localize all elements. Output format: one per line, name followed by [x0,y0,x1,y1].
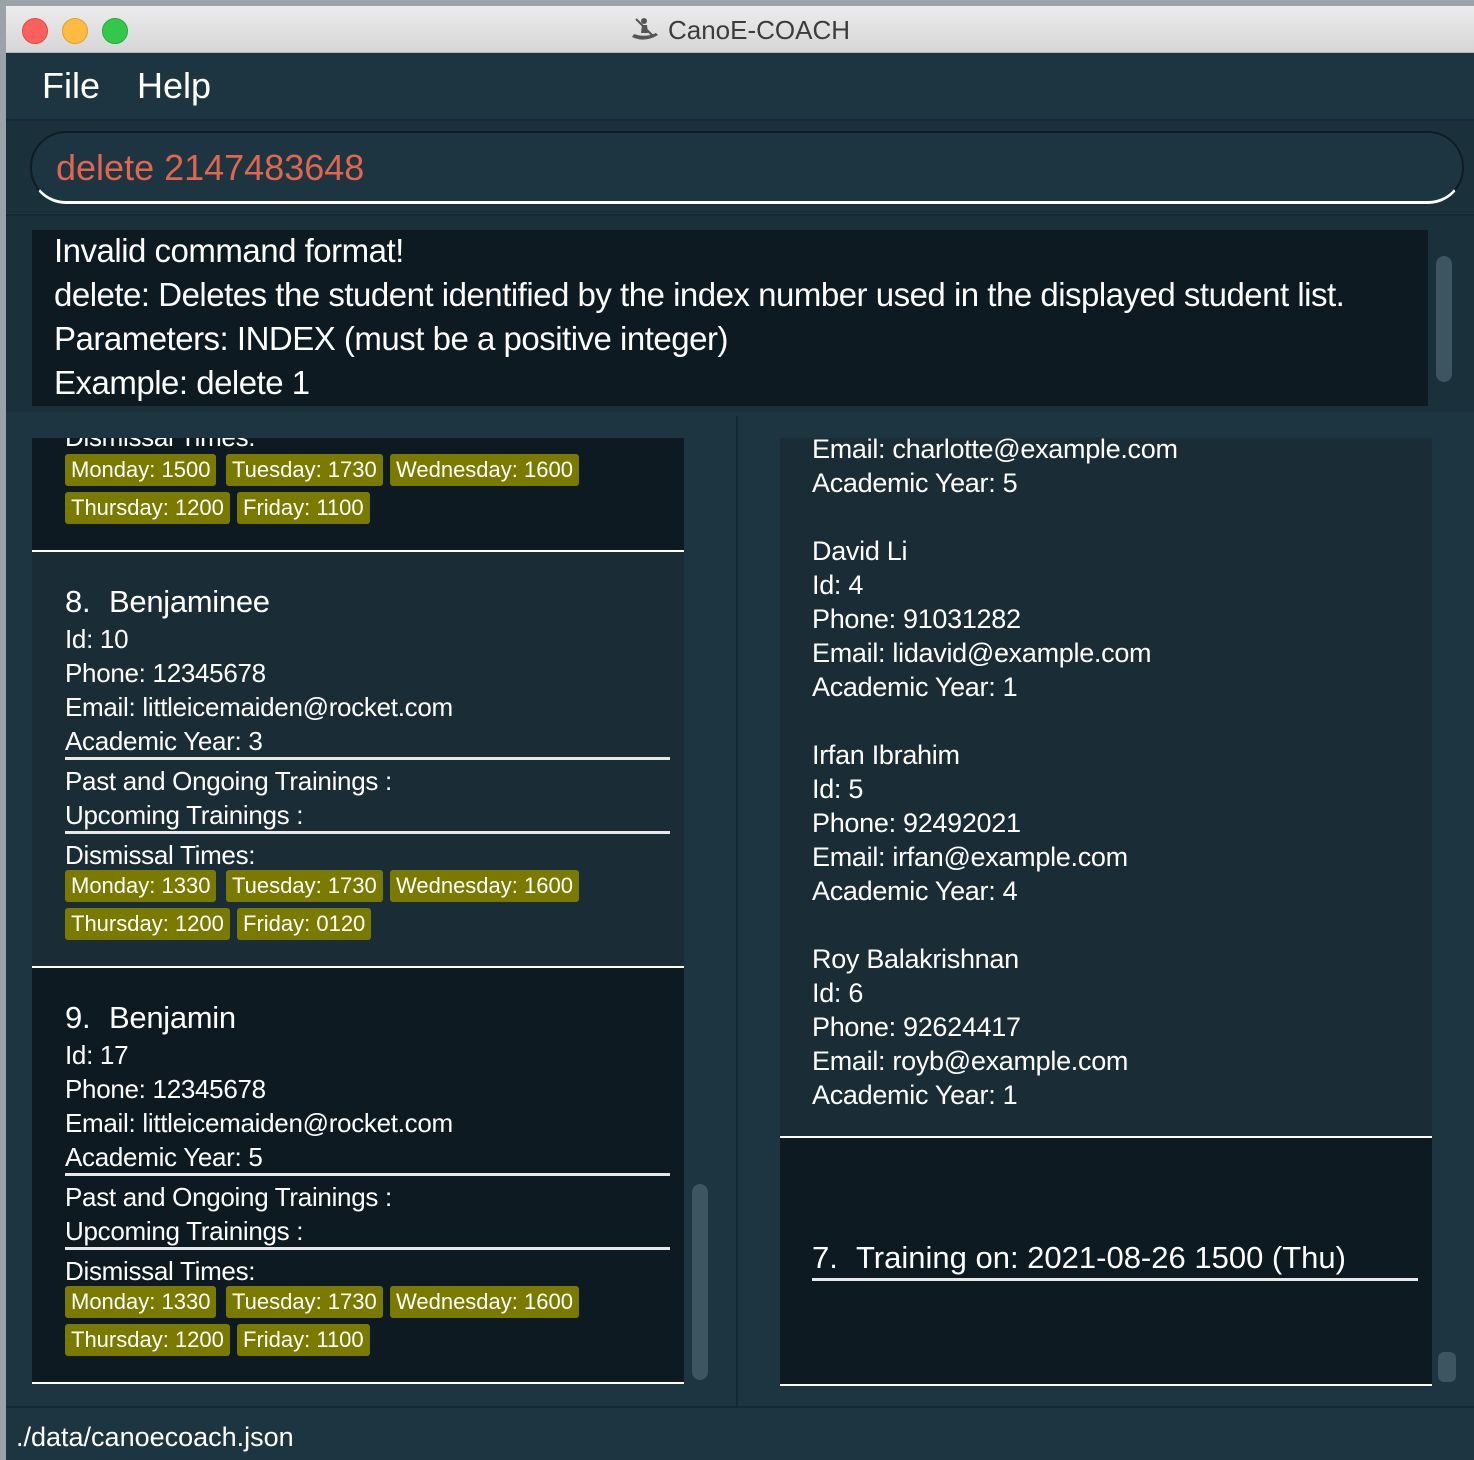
panel-divider[interactable] [736,416,738,1406]
dismissal-tag: Wednesday: 1600 [390,454,579,486]
attendee-email: Email: charlotte@example.com [812,438,1178,464]
result-scrollbar[interactable] [1436,256,1452,382]
menu-help[interactable]: Help [137,65,211,107]
dismissal-tag: Thursday: 1200 [65,908,230,940]
result-line: delete: Deletes the student identified b… [54,276,1345,313]
attendee-phone: Phone: 92492021 [812,808,1021,838]
app-window: CanoE-COACH File Help delete 2147483648 … [6,6,1474,1460]
dismissal-tag: Tuesday: 1730 [226,454,383,486]
window-title: CanoE-COACH [667,15,851,45]
dismissal-tag: Friday: 1100 [237,492,370,524]
dismissal-tag: Thursday: 1200 [65,1324,230,1356]
attendee-email: Email: royb@example.com [812,1046,1129,1076]
menu-file[interactable]: File [42,65,100,107]
student-card[interactable]: 9. Benjamin Id: 17 Phone: 12345678 Email… [32,968,684,1384]
dismissal-tag: Monday: 1500 [65,454,217,486]
dismissal-tag: Wednesday: 1600 [390,870,579,902]
upcoming-trainings-label: Upcoming Trainings : [65,800,304,830]
dismissal-label: Dismissal Times: [65,1256,256,1286]
attendee-id: Id: 4 [812,570,864,600]
student-name: Benjaminee [109,584,270,619]
student-list-scrollbar[interactable] [692,1184,708,1380]
result-line: Example: delete 1 [54,364,310,401]
upcoming-trainings-label: Upcoming Trainings : [65,1216,304,1246]
section-divider [65,1173,670,1176]
dismissal-tag: Tuesday: 1730 [226,870,383,902]
dismissal-label: Dismissal Times: [65,840,256,870]
canoe-app-icon [631,18,658,40]
training-title: Training on: 2021-08-26 1500 (Thu) [856,1240,1346,1275]
attendee-email: Email: lidavid@example.com [812,638,1152,668]
student-phone: Phone: 12345678 [65,658,266,688]
attendee-id: Id: 5 [812,774,864,804]
section-divider [812,1278,1418,1281]
menu-bar: File Help [6,53,1474,121]
student-list[interactable]: Dismissal Times: Monday: 1500 Tuesday: 1… [32,438,684,1388]
dismissal-label: Dismissal Times: [65,438,256,453]
window-title-group: CanoE-COACH [6,15,1474,46]
attendee-email: Email: irfan@example.com [812,842,1128,872]
result-display[interactable]: Invalid command format! delete: Deletes … [32,230,1428,406]
dismissal-tag: Tuesday: 1730 [226,1286,383,1318]
student-email: Email: littleicemaiden@rocket.com [65,692,453,722]
training-list-scrollbar[interactable] [1438,1352,1456,1382]
command-area: delete 2147483648 [6,121,1474,213]
status-bar: ./data/canoecoach.json [6,1406,1474,1460]
past-trainings-label: Past and Ongoing Trainings : [65,766,392,796]
student-name: Benjamin [109,1000,236,1035]
attendee-id: Id: 6 [812,978,864,1008]
student-card-partial[interactable]: Dismissal Times: Monday: 1500 Tuesday: 1… [32,438,684,552]
main-panels: Dismissal Times: Monday: 1500 Tuesday: 1… [6,416,1474,1406]
title-bar[interactable]: CanoE-COACH [6,6,1474,53]
section-divider [65,1247,670,1250]
training-list[interactable]: Email: charlotte@example.com Academic Ye… [780,438,1432,1388]
save-file-path: ./data/canoecoach.json [16,1422,294,1452]
student-id: Id: 17 [65,1040,129,1070]
student-academic-year: Academic Year: 5 [65,1142,263,1172]
student-academic-year: Academic Year: 3 [65,726,263,756]
training-index: 7. [812,1240,838,1275]
student-email: Email: littleicemaiden@rocket.com [65,1108,453,1138]
dismissal-tag: Friday: 1100 [237,1324,370,1356]
result-line: Parameters: INDEX (must be a positive in… [54,320,728,357]
attendee-name: Irfan Ibrahim [812,740,960,770]
past-trainings-label: Past and Ongoing Trainings : [65,1182,392,1212]
student-index: 8. [65,584,91,619]
attendee-academic-year: Academic Year: 1 [812,672,1018,702]
result-line: Invalid command format! [54,232,404,269]
attendee-academic-year: Academic Year: 1 [812,1080,1018,1110]
training-card[interactable]: 7. Training on: 2021-08-26 1500 (Thu) [780,1138,1432,1386]
student-phone: Phone: 12345678 [65,1074,266,1104]
dismissal-tag: Monday: 1330 [65,870,217,902]
result-area: Invalid command format! delete: Deletes … [6,214,1474,412]
attendee-phone: Phone: 92624417 [812,1012,1021,1042]
command-input-text: delete 2147483648 [56,147,365,188]
dismissal-tag: Wednesday: 1600 [390,1286,579,1318]
attendee-name: Roy Balakrishnan [812,944,1019,974]
dismissal-tag: Monday: 1330 [65,1286,217,1318]
attendee-name: David Li [812,536,908,566]
section-divider [65,757,670,760]
command-input[interactable]: delete 2147483648 [30,131,1464,204]
student-card[interactable]: 8. Benjaminee Id: 10 Phone: 12345678 Ema… [32,552,684,968]
student-id: Id: 10 [65,624,129,654]
dismissal-tag: Friday: 0120 [237,908,372,940]
attendee-academic-year: Academic Year: 4 [812,876,1018,906]
dismissal-tag: Thursday: 1200 [65,492,230,524]
training-card[interactable]: Email: charlotte@example.com Academic Ye… [780,438,1432,1138]
attendee-phone: Phone: 91031282 [812,604,1021,634]
attendee-academic-year: Academic Year: 5 [812,468,1018,498]
student-index: 9. [65,1000,91,1035]
section-divider [65,831,670,834]
